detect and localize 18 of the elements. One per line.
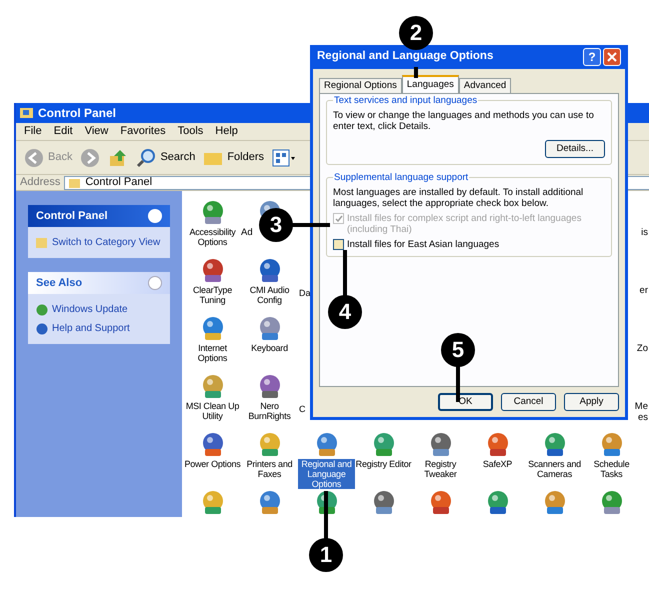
task-box-title: Control Panel bbox=[36, 208, 108, 224]
task-box-title: See Also bbox=[36, 276, 82, 291]
callout-badge: 2 bbox=[399, 16, 433, 50]
applet-label: Ad bbox=[241, 227, 253, 238]
applet-label: es bbox=[638, 412, 648, 423]
applet-label: Da bbox=[299, 288, 311, 298]
address-label: Address bbox=[20, 175, 60, 190]
applet-label: C bbox=[299, 404, 306, 414]
applet-label: Me bbox=[634, 401, 648, 412]
applet-label: er bbox=[640, 285, 648, 296]
applet-label: Zo bbox=[636, 343, 648, 354]
window-title: Control Panel bbox=[38, 105, 116, 122]
callout-badge: 1 bbox=[309, 538, 343, 572]
applet-label: is bbox=[641, 227, 648, 238]
group-text: Most languages are installed by default. To install additional languages, select the appropriate check box below. bbox=[333, 187, 584, 209]
group-text: To view or change the languages and methods you can use to enter text, click Details. bbox=[333, 110, 595, 132]
dialog-title: Regional and Language Options bbox=[317, 49, 494, 64]
address-value: Control Panel bbox=[85, 175, 152, 190]
